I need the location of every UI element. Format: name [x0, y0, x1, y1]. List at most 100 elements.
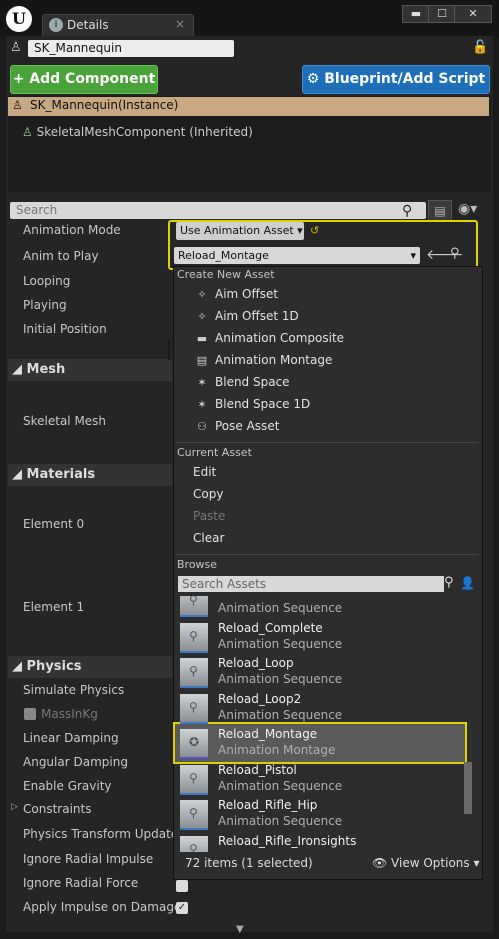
- asset-item[interactable]: ⚲ Reload_Rifle_Ironsights: [175, 833, 465, 852]
- asset-list-scrollbar[interactable]: [464, 762, 472, 814]
- menu-divider: [176, 554, 478, 555]
- asset-item[interactable]: ⚲ Reload_Complete Animation Sequence: [175, 620, 465, 655]
- actor-icon: ♙: [10, 40, 22, 55]
- prop-initial-position: Initial Position: [23, 322, 107, 336]
- menu-item-animation-montage[interactable]: Animation Montage: [215, 353, 332, 367]
- menu-item-blend-space[interactable]: Blend Space: [215, 375, 290, 389]
- actor-name-field[interactable]: SK_Mannequin: [28, 40, 234, 57]
- asset-name: Reload_Loop: [218, 656, 294, 670]
- section-mesh[interactable]: ◢ Mesh: [8, 359, 172, 381]
- asset-name: Reload_Complete: [218, 621, 323, 635]
- search-icon[interactable]: ⚲: [444, 575, 454, 590]
- tree-item-label: SkeletalMeshComponent (Inherited): [36, 125, 253, 139]
- asset-item-selected[interactable]: ✪ Reload_Montage Animation Montage: [175, 726, 465, 761]
- menu-item-copy[interactable]: Copy: [193, 487, 223, 501]
- prop-anim-to-play: Anim to Play: [23, 249, 99, 263]
- prop-animation-mode: Animation Mode: [23, 223, 121, 237]
- menu-header-create: Create New Asset: [177, 268, 275, 281]
- asset-type: Animation Sequence: [218, 637, 343, 651]
- asset-type: Animation Sequence: [218, 601, 343, 615]
- column-divider[interactable]: [168, 340, 170, 360]
- asset-name: Reload_Loop2: [218, 692, 302, 706]
- details-search-input[interactable]: Search: [10, 202, 426, 219]
- add-component-button[interactable]: + Add Component ▾: [10, 65, 158, 114]
- asset-list[interactable]: ⚲ Animation Sequence ⚲ Reload_Complete A…: [175, 596, 477, 852]
- menu-item-animation-composite[interactable]: Animation Composite: [215, 331, 344, 345]
- property-matrix-icon[interactable]: ▤: [428, 200, 452, 222]
- animation-composite-icon: ▬: [196, 332, 208, 345]
- prop-element-1: Element 1: [23, 600, 85, 614]
- user-icon[interactable]: 👤: [460, 576, 475, 590]
- asset-item[interactable]: ⚲ Reload_Pistol Animation Sequence: [175, 762, 465, 797]
- lock-icon[interactable]: 🔓: [472, 40, 488, 55]
- tree-item-instance[interactable]: ♙ SK_Mannequin(Instance): [8, 97, 489, 116]
- blueprint-add-script-button[interactable]: ⚙ Blueprint/Add Script: [302, 65, 490, 94]
- apply-impulse-checkbox[interactable]: ✓: [176, 902, 188, 914]
- prop-apply-impulse: Apply Impulse on Damage: [23, 900, 182, 914]
- view-options-button[interactable]: 👁 View Options ▾: [372, 856, 479, 870]
- anim-to-play-combo[interactable]: Reload_Montage ▾: [174, 247, 420, 264]
- menu-header-browse: Browse: [177, 558, 218, 571]
- blend-space-icon: ✶: [197, 376, 207, 389]
- menu-header-current: Current Asset: [177, 446, 252, 459]
- menu-item-paste: Paste: [193, 509, 226, 523]
- reset-to-default-icon[interactable]: ↺: [310, 224, 319, 237]
- section-label: Physics: [26, 659, 82, 674]
- asset-type: Animation Sequence: [218, 672, 343, 686]
- menu-divider: [176, 442, 478, 443]
- close-window-button[interactable]: ✕: [454, 5, 492, 23]
- prop-constraints: Constraints: [23, 802, 92, 816]
- asset-thumbnail: ⚲: [180, 836, 208, 852]
- info-icon: i: [49, 18, 63, 32]
- asset-type: Animation Sequence: [218, 708, 343, 722]
- browse-search-icon[interactable]: ⚲: [450, 246, 460, 261]
- asset-name: Reload_Montage: [218, 727, 318, 741]
- menu-item-aim-offset-1d[interactable]: Aim Offset 1D: [215, 309, 299, 323]
- animation-montage-icon: ▤: [196, 354, 208, 367]
- asset-search-input[interactable]: Search Assets: [178, 576, 444, 592]
- prop-ignore-radial-force: Ignore Radial Force: [23, 876, 139, 890]
- menu-item-clear[interactable]: Clear: [193, 531, 224, 545]
- anim-asset-value: Reload_Montage: [178, 249, 269, 262]
- prop-angular-damping: Angular Damping: [23, 755, 128, 769]
- maximize-button[interactable]: ☐: [428, 5, 456, 23]
- menu-item-aim-offset[interactable]: Aim Offset: [215, 287, 278, 301]
- asset-count-label: 72 items (1 selected): [185, 856, 313, 870]
- asset-item[interactable]: ⚲ Reload_Rifle_Hip Animation Sequence: [175, 797, 465, 832]
- asset-thumbnail: ⚲: [180, 765, 208, 795]
- asset-type: Animation Montage: [218, 743, 336, 757]
- aim-offset-1d-icon: ✧: [197, 310, 207, 323]
- ignore-radial-force-checkbox[interactable]: [176, 880, 188, 892]
- tree-item-skeletal-mesh[interactable]: ♙ SkeletalMeshComponent (Inherited): [22, 125, 253, 139]
- minimize-button[interactable]: ▬: [402, 5, 430, 23]
- chevron-down-icon: ▾: [410, 249, 416, 262]
- prop-linear-damping: Linear Damping: [23, 731, 119, 745]
- eye-icon[interactable]: ◉▾: [458, 201, 477, 217]
- prop-playing: Playing: [23, 298, 67, 312]
- actor-icon: ♙: [12, 98, 23, 112]
- section-physics[interactable]: ◢ Physics: [8, 656, 172, 678]
- animation-mode-dropdown[interactable]: Use Animation Asset ▾: [176, 222, 304, 240]
- section-label: Mesh: [26, 362, 66, 377]
- section-materials[interactable]: ◢ Materials: [8, 464, 172, 486]
- menu-item-blend-space-1d[interactable]: Blend Space 1D: [215, 397, 310, 411]
- blend-space-1d-icon: ✶: [197, 398, 207, 411]
- asset-item[interactable]: ⚲ Animation Sequence: [175, 596, 465, 619]
- aim-offset-icon: ✧: [197, 288, 207, 301]
- search-icon[interactable]: ⚲: [402, 203, 412, 219]
- menu-item-pose-asset[interactable]: Pose Asset: [215, 419, 279, 433]
- asset-thumbnail: ⚲: [180, 623, 208, 653]
- tab-close-icon[interactable]: ×: [175, 17, 185, 31]
- prop-physics-transform-update: Physics Transform Update M: [23, 827, 193, 841]
- mass-checkbox[interactable]: [24, 708, 36, 720]
- menu-item-edit[interactable]: Edit: [193, 465, 216, 479]
- asset-name: Reload_Rifle_Hip: [218, 798, 318, 812]
- tab-details[interactable]: i Details ×: [42, 14, 194, 37]
- asset-item[interactable]: ⚲ Reload_Loop2 Animation Sequence: [175, 691, 465, 726]
- section-label: Materials: [26, 467, 96, 482]
- expand-arrow-icon[interactable]: ▷: [11, 802, 18, 812]
- asset-item[interactable]: ⚲ Reload_Loop Animation Sequence: [175, 655, 465, 690]
- pose-asset-icon: ⚇: [197, 420, 207, 433]
- asset-type: Animation Sequence: [218, 814, 343, 828]
- asset-thumbnail: ⚲: [180, 658, 208, 688]
